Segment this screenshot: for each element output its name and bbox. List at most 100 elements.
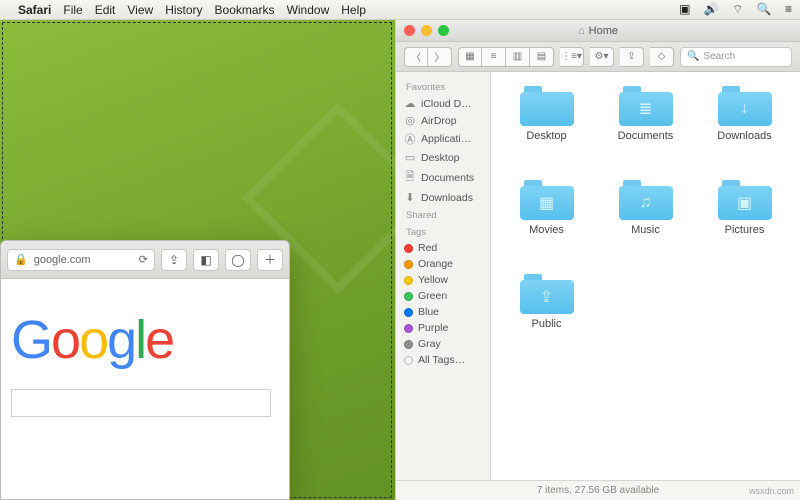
tag-dot-orange [404,260,413,269]
tag-dot-yellow [404,276,413,285]
folder-downloads[interactable]: ↓Downloads [697,86,792,176]
lock-icon: 🔒 [14,253,28,266]
tag-dot-blue [404,308,413,317]
sidebar-item-icloud[interactable]: ☁iCloud D… [396,95,490,112]
folder-icon: ▦ [520,186,574,220]
search-icon: 🔍 [687,51,699,62]
folder-icon: ≣ [619,92,673,126]
reload-icon[interactable]: ⟳ [139,253,148,266]
folder-icon: ⇪ [520,280,574,314]
finder-window[interactable]: ⌂ Home 〈 〉 ▦ ≡ ▥ ▤ ⋮≡▾ ⚙▾ ⇪ ◇ 🔍 Search F… [395,20,800,500]
finder-toolbar: 〈 〉 ▦ ≡ ▥ ▤ ⋮≡▾ ⚙▾ ⇪ ◇ 🔍 Search [396,42,800,72]
view-icons-button[interactable]: ▦ [458,47,482,67]
tag-dot-all [404,356,413,365]
sidebar-heading-shared: Shared [396,206,490,223]
safari-toolbar: 🔒 google.com ⟳ ⇪ ◧ ◯ ＋ [1,241,289,279]
sidebar-heading-favorites: Favorites [396,78,490,95]
menu-bar: Safari File Edit View History Bookmarks … [0,0,800,20]
google-logo: Google [11,309,279,371]
sidebar-tag-purple[interactable]: Purple [396,320,490,336]
adblock-button[interactable]: ◯ [225,249,251,271]
desktop-icon: ▭ [404,151,416,164]
google-search-input[interactable] [11,389,271,417]
folder-desktop[interactable]: Desktop [499,86,594,176]
finder-statusbar: 7 items, 27.56 GB available [396,480,800,500]
view-columns-button[interactable]: ▥ [506,47,530,67]
menu-edit[interactable]: Edit [95,3,116,17]
tags-toolbar-button[interactable]: ◇ [650,47,674,67]
sidebar-item-documents[interactable]: 🗎Documents [396,166,490,189]
volume-icon[interactable]: 🔊 [704,2,719,16]
folder-icon: ↓ [718,92,772,126]
notifications-icon[interactable]: ≡ [785,2,792,16]
new-tab-button[interactable]: ＋ [257,249,283,271]
sidebar-tag-all[interactable]: All Tags… [396,352,490,368]
menu-window[interactable]: Window [287,3,330,17]
tag-dot-red [404,244,413,253]
action-button[interactable]: ⚙▾ [590,47,614,67]
sidebar-tag-yellow[interactable]: Yellow [396,272,490,288]
app-menu[interactable]: Safari [18,3,51,17]
folder-music[interactable]: ♫Music [598,180,693,270]
menu-view[interactable]: View [127,3,153,17]
close-button[interactable] [404,25,415,36]
menu-history[interactable]: History [165,3,202,17]
folder-pictures[interactable]: ▣Pictures [697,180,792,270]
menu-status-icons: ▣ 🔊 ⌔ 🔍 ≡ [669,2,792,17]
finder-title: Home [589,25,618,37]
watermark: wsxdn.com [749,486,794,496]
sidebar-tag-blue[interactable]: Blue [396,304,490,320]
cloud-icon: ☁ [404,97,416,110]
minimize-button[interactable] [421,25,432,36]
address-bar[interactable]: 🔒 google.com ⟳ [7,249,155,271]
finder-search[interactable]: 🔍 Search [680,47,792,67]
sidebar-item-desktop[interactable]: ▭Desktop [396,149,490,166]
nav-buttons: 〈 〉 [404,47,452,67]
view-list-button[interactable]: ≡ [482,47,506,67]
url-host: google.com [34,254,91,266]
forward-button[interactable]: 〉 [428,47,452,67]
home-icon: ⌂ [578,25,585,37]
tag-dot-green [404,292,413,301]
folder-documents[interactable]: ≣Documents [598,86,693,176]
wifi-icon[interactable]: ⌔ [732,2,743,17]
sidebar-tag-red[interactable]: Red [396,240,490,256]
sidebar-tag-green[interactable]: Green [396,288,490,304]
finder-titlebar[interactable]: ⌂ Home [396,20,800,42]
safari-window[interactable]: 🔒 google.com ⟳ ⇪ ◧ ◯ ＋ Google [0,240,290,500]
menu-help[interactable]: Help [341,3,366,17]
tag-dot-gray [404,340,413,349]
zoom-button[interactable] [438,25,449,36]
back-button[interactable]: 〈 [404,47,428,67]
spotlight-icon[interactable]: 🔍 [757,2,772,16]
folder-movies[interactable]: ▦Movies [499,180,594,270]
sidebar-item-applications[interactable]: ⒶApplicati… [396,129,490,149]
search-placeholder: Search [703,51,735,62]
download-icon: ⬇ [404,191,416,204]
menu-bookmarks[interactable]: Bookmarks [215,3,275,17]
finder-content[interactable]: Desktop ≣Documents ↓Downloads ▦Movies ♫M… [491,72,800,480]
folder-icon [520,92,574,126]
airdrop-icon: ◎ [404,114,416,127]
apps-icon: Ⓐ [404,131,416,147]
doc-icon: 🗎 [404,168,416,187]
sidebar-heading-tags: Tags [396,223,490,240]
finder-sidebar: Favorites ☁iCloud D… ◎AirDrop ⒶApplicati… [396,72,491,480]
sidebar-tag-gray[interactable]: Gray [396,336,490,352]
window-controls[interactable] [404,25,449,36]
tabs-button[interactable]: ◧ [193,249,219,271]
view-coverflow-button[interactable]: ▤ [530,47,554,67]
folder-icon: ▣ [718,186,772,220]
share-toolbar-button[interactable]: ⇪ [620,47,644,67]
sidebar-tag-orange[interactable]: Orange [396,256,490,272]
view-switcher: ▦ ≡ ▥ ▤ [458,47,554,67]
safari-page-content: Google [1,279,289,427]
sidebar-item-airdrop[interactable]: ◎AirDrop [396,112,490,129]
arrange-button[interactable]: ⋮≡▾ [560,47,584,67]
screen-record-icon[interactable]: ▣ [679,2,690,16]
tag-dot-purple [404,324,413,333]
folder-public[interactable]: ⇪Public [499,274,594,364]
menu-file[interactable]: File [63,3,82,17]
share-button[interactable]: ⇪ [161,249,187,271]
sidebar-item-downloads[interactable]: ⬇Downloads [396,189,490,206]
